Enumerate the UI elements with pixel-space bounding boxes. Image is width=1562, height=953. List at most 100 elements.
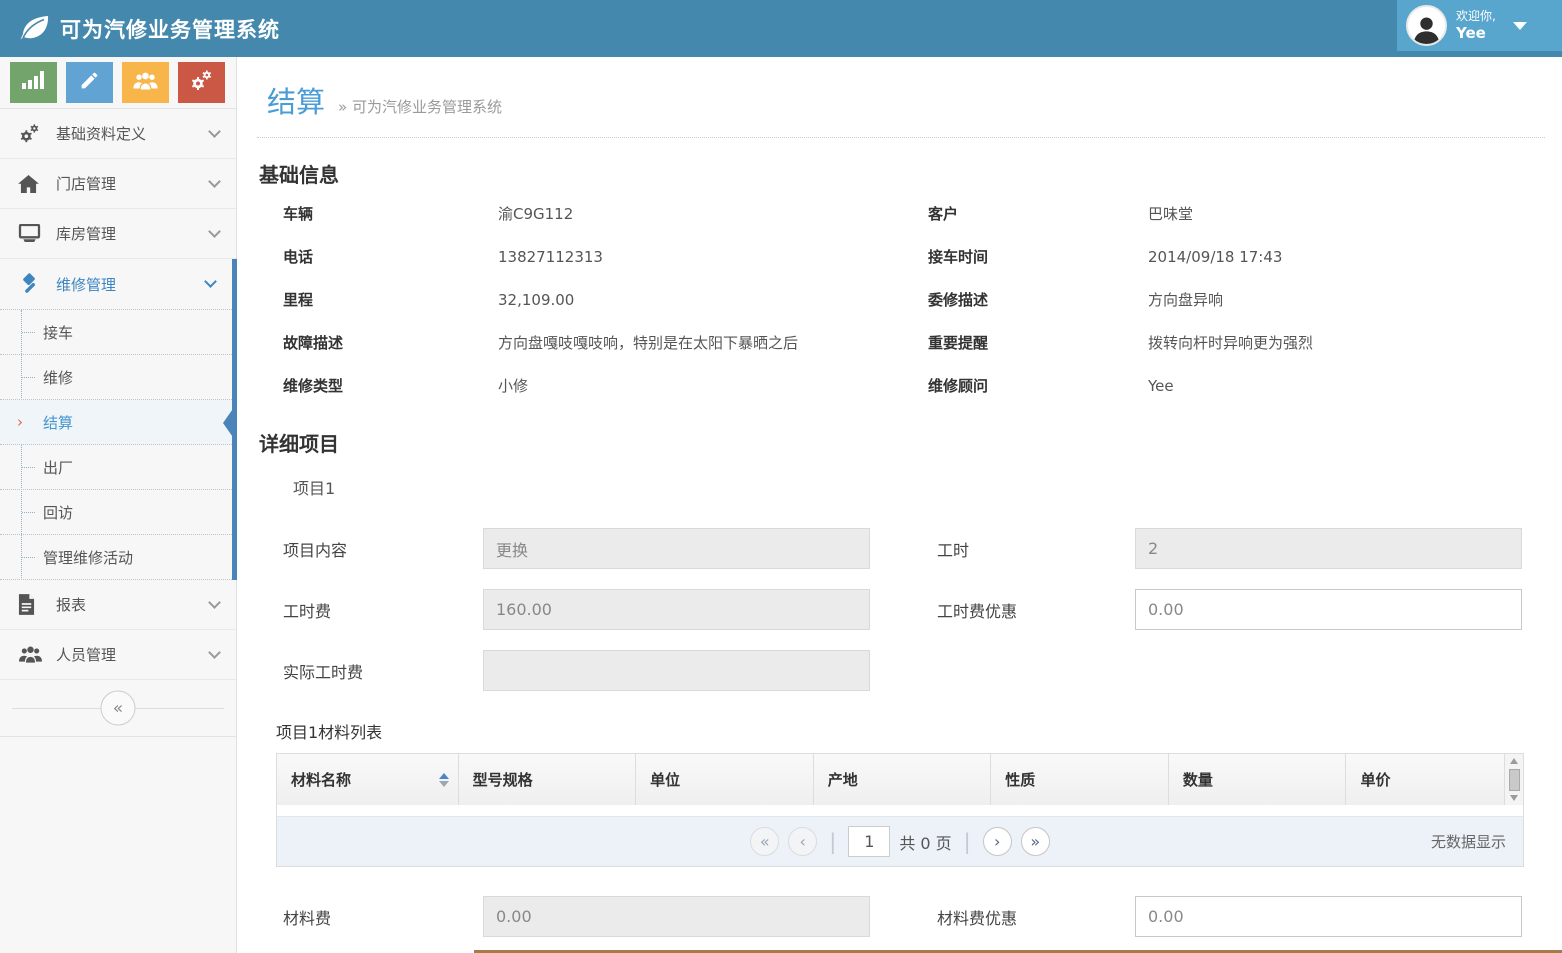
first-page-button[interactable]: « bbox=[750, 827, 779, 856]
chevron-down-icon bbox=[208, 225, 221, 238]
last-page-button[interactable]: » bbox=[1021, 827, 1050, 856]
chevron-down-icon bbox=[208, 125, 221, 138]
page-total-label: 共 0 页 bbox=[899, 830, 951, 854]
home-icon bbox=[18, 175, 44, 193]
submenu-item-follow-up[interactable]: 回访 bbox=[0, 490, 232, 535]
sidebar-item-personnel-mgmt[interactable]: 人员管理 bbox=[0, 630, 236, 680]
form-row: 工时费 工时费优惠 bbox=[283, 589, 1522, 630]
pencil-icon bbox=[79, 70, 100, 95]
labor-fee-discount-input[interactable] bbox=[1135, 589, 1522, 630]
column-header-property[interactable]: 性质 bbox=[991, 754, 1169, 805]
submenu-item-manage-repair-activity[interactable]: 管理维修活动 bbox=[0, 535, 232, 580]
gavel-icon bbox=[18, 273, 44, 296]
user-menu[interactable]: 欢迎你, Yee bbox=[1397, 0, 1562, 51]
form-row: 材料费 材料费优惠 bbox=[283, 896, 1522, 937]
project-form: 项目内容 工时 工时费 工时费优惠 实际工时费 bbox=[283, 528, 1522, 691]
detail-items-heading: 详细项目 bbox=[259, 431, 1562, 457]
field-value: 小修 bbox=[498, 375, 528, 396]
chevron-down-icon bbox=[208, 175, 221, 188]
field-label: 维修顾问 bbox=[928, 375, 1148, 396]
material-table: 材料名称 型号规格 单位 产地 性质 数量 单价 bbox=[276, 753, 1524, 867]
form-cell-actual-labor-fee: 实际工时费 bbox=[283, 650, 938, 691]
field-label: 重要提醒 bbox=[928, 332, 1148, 353]
sidebar-item-base-data[interactable]: 基础资料定义 bbox=[0, 109, 236, 159]
users-icon bbox=[132, 71, 159, 95]
column-header-model-spec[interactable]: 型号规格 bbox=[459, 754, 637, 805]
info-row-repair-type: 维修类型 小修 bbox=[283, 364, 928, 407]
field-value: 方向盘嘎吱嘎吱响，特别是在太阳下暴晒之后 bbox=[498, 332, 798, 353]
submenu-item-repair[interactable]: 维修 bbox=[0, 355, 232, 400]
info-row-vehicle: 车辆 渝C9G112 bbox=[283, 192, 928, 235]
shortcut-users-button[interactable] bbox=[122, 62, 169, 103]
breadcrumb: » 可为汽修业务管理系统 bbox=[338, 96, 502, 117]
repair-menu-group: 维修管理 接车 维修 › 结算 出厂 回访 bbox=[0, 259, 237, 580]
material-table-header: 材料名称 型号规格 单位 产地 性质 数量 单价 bbox=[277, 754, 1523, 805]
material-fee-input bbox=[483, 896, 870, 937]
sidebar-item-store-mgmt[interactable]: 门店管理 bbox=[0, 159, 236, 209]
field-label: 工时费优惠 bbox=[937, 598, 1135, 622]
submenu-item-leave-factory[interactable]: 出厂 bbox=[0, 445, 232, 490]
collapse-icon: « bbox=[113, 698, 123, 718]
header-divider bbox=[257, 137, 1545, 138]
info-row-important-note: 重要提醒 拨转向杆时异响更为强烈 bbox=[928, 321, 1522, 364]
page-title: 结算 bbox=[267, 79, 325, 121]
sidebar-collapse-button[interactable]: « bbox=[101, 691, 136, 726]
users-icon bbox=[18, 645, 44, 664]
shortcut-toolbar bbox=[0, 57, 236, 108]
pagination-controls: « ‹ | 共 0 页 | › » bbox=[277, 826, 1523, 857]
field-label: 里程 bbox=[283, 289, 498, 310]
shortcut-reports-button[interactable] bbox=[10, 62, 57, 103]
field-value: 拨转向杆时异响更为强烈 bbox=[1148, 332, 1313, 353]
info-row-mileage: 里程 32,109.00 bbox=[283, 278, 928, 321]
scrollbar-thumb[interactable] bbox=[1509, 769, 1520, 791]
column-header-origin[interactable]: 产地 bbox=[814, 754, 992, 805]
submenu-item-settlement[interactable]: › 结算 bbox=[0, 400, 232, 445]
pagination-separator: | bbox=[829, 830, 836, 854]
submenu-item-label: 接车 bbox=[43, 322, 73, 343]
breadcrumb-text: 可为汽修业务管理系统 bbox=[352, 98, 502, 116]
sidebar-item-label: 基础资料定义 bbox=[56, 123, 210, 144]
leaf-logo-icon bbox=[20, 15, 50, 42]
active-flag-icon bbox=[223, 403, 237, 443]
shortcut-edit-button[interactable] bbox=[66, 62, 113, 103]
sidebar-item-reports[interactable]: 报表 bbox=[0, 580, 236, 630]
column-header-quantity[interactable]: 数量 bbox=[1169, 754, 1347, 805]
project-1-label: 项目1 bbox=[293, 475, 1562, 499]
field-label: 故障描述 bbox=[283, 332, 498, 353]
scroll-up-arrow-icon[interactable] bbox=[1510, 758, 1518, 764]
sidebar-item-label: 人员管理 bbox=[56, 644, 210, 665]
table-vertical-scrollbar[interactable] bbox=[1504, 754, 1523, 805]
sidebar-item-warehouse-mgmt[interactable]: 库房管理 bbox=[0, 209, 236, 259]
form-row: 实际工时费 bbox=[283, 650, 1522, 691]
material-table-empty-body bbox=[277, 805, 1523, 816]
next-page-button[interactable]: › bbox=[983, 827, 1012, 856]
document-icon bbox=[18, 594, 44, 615]
field-label: 客户 bbox=[928, 203, 1148, 224]
shortcut-settings-button[interactable] bbox=[178, 62, 225, 103]
page-number-input[interactable] bbox=[848, 826, 890, 857]
labor-hours-input bbox=[1135, 528, 1522, 569]
sidebar-item-repair-mgmt[interactable]: 维修管理 bbox=[0, 259, 232, 309]
material-fee-discount-input[interactable] bbox=[1135, 896, 1522, 937]
column-label: 数量 bbox=[1183, 769, 1213, 790]
caret-down-icon bbox=[1513, 22, 1527, 30]
field-label: 委修描述 bbox=[928, 289, 1148, 310]
field-label: 接车时间 bbox=[928, 246, 1148, 267]
field-value: 32,109.00 bbox=[498, 291, 574, 309]
scroll-down-arrow-icon[interactable] bbox=[1510, 795, 1518, 801]
sort-icon[interactable] bbox=[439, 773, 449, 787]
info-row-phone: 电话 13827112313 bbox=[283, 235, 928, 278]
column-header-unit-price[interactable]: 单价 bbox=[1346, 754, 1504, 805]
submenu-item-receive-car[interactable]: 接车 bbox=[0, 310, 232, 355]
prev-page-button[interactable]: ‹ bbox=[788, 827, 817, 856]
basic-info-left-column: 车辆 渝C9G112 电话 13827112313 里程 32,109.00 故… bbox=[283, 192, 928, 407]
column-header-material-name[interactable]: 材料名称 bbox=[277, 754, 459, 805]
sidebar-menu: 基础资料定义 门店管理 库房管理 bbox=[0, 108, 236, 737]
sidebar: 基础资料定义 门店管理 库房管理 bbox=[0, 57, 237, 953]
column-header-unit[interactable]: 单位 bbox=[636, 754, 814, 805]
app-title: 可为汽修业务管理系统 bbox=[60, 14, 280, 44]
field-value: 巴味堂 bbox=[1148, 203, 1193, 224]
top-header-bar: 可为汽修业务管理系统 欢迎你, Yee bbox=[0, 0, 1562, 57]
bar-chart-icon bbox=[21, 71, 47, 94]
chevron-down-icon bbox=[204, 275, 217, 288]
